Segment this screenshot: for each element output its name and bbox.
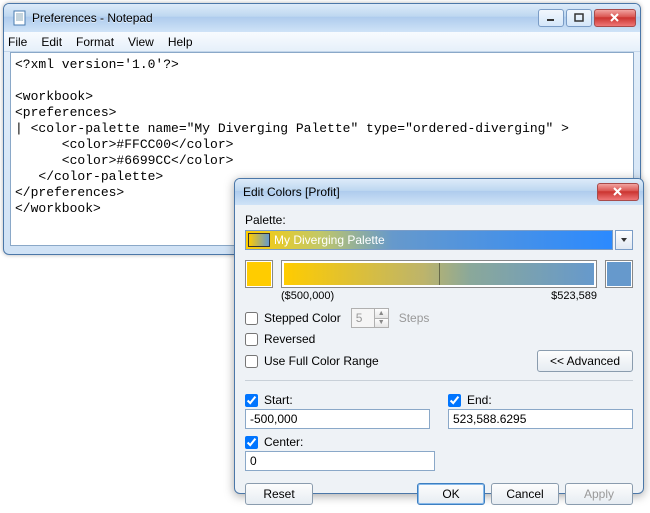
range-min-label: ($500,000) xyxy=(281,290,551,302)
full-range-label: Use Full Color Range xyxy=(264,354,379,368)
menu-help[interactable]: Help xyxy=(168,35,193,49)
notepad-title: Preferences - Notepad xyxy=(32,11,538,25)
start-input[interactable] xyxy=(245,409,430,429)
gradient-center-tick xyxy=(439,263,440,285)
range-max-label: $523,589 xyxy=(551,290,597,302)
menu-view[interactable]: View xyxy=(128,35,154,49)
palette-dropdown[interactable]: My Diverging Palette xyxy=(245,230,613,250)
center-label: Center: xyxy=(264,435,303,449)
notepad-app-icon xyxy=(12,10,28,26)
edit-colors-dialog: Edit Colors [Profit] Palette: My Divergi… xyxy=(234,178,644,494)
center-checkbox[interactable] xyxy=(245,436,258,449)
close-button[interactable] xyxy=(594,9,636,27)
end-input[interactable] xyxy=(448,409,633,429)
end-label: End: xyxy=(467,393,492,407)
menu-file[interactable]: File xyxy=(8,35,27,49)
start-color-swatch[interactable] xyxy=(245,260,273,288)
dropdown-arrow-icon[interactable] xyxy=(615,230,633,250)
steps-label: Steps xyxy=(399,311,430,325)
notepad-menubar: File Edit Format View Help xyxy=(4,32,640,52)
gradient-bar[interactable] xyxy=(281,260,597,288)
spin-down-icon[interactable]: ▼ xyxy=(374,319,388,328)
dialog-window-buttons xyxy=(597,183,639,201)
steps-value: 5 xyxy=(356,311,363,325)
start-checkbox[interactable] xyxy=(245,394,258,407)
dialog-body: Palette: My Diverging Palette ($500,000)… xyxy=(235,205,643,513)
dialog-close-button[interactable] xyxy=(597,183,639,201)
apply-button[interactable]: Apply xyxy=(565,483,633,505)
minimize-button[interactable] xyxy=(538,9,564,27)
spin-up-icon[interactable]: ▲ xyxy=(374,309,388,319)
palette-swatch-icon xyxy=(248,233,270,247)
reset-button[interactable]: Reset xyxy=(245,483,313,505)
cancel-button[interactable]: Cancel xyxy=(491,483,559,505)
dialog-title: Edit Colors [Profit] xyxy=(239,185,597,199)
maximize-button[interactable] xyxy=(566,9,592,27)
full-range-checkbox[interactable] xyxy=(245,355,258,368)
end-checkbox[interactable] xyxy=(448,394,461,407)
ok-button[interactable]: OK xyxy=(417,483,485,505)
advanced-button[interactable]: << Advanced xyxy=(537,350,633,372)
start-label: Start: xyxy=(264,393,293,407)
window-buttons xyxy=(538,9,636,27)
palette-label: Palette: xyxy=(245,213,633,227)
reversed-label: Reversed xyxy=(264,332,315,346)
menu-edit[interactable]: Edit xyxy=(41,35,62,49)
notepad-titlebar: Preferences - Notepad xyxy=(4,4,640,32)
reversed-checkbox[interactable] xyxy=(245,333,258,346)
steps-spinner: 5 ▲▼ xyxy=(351,308,389,328)
stepped-color-label: Stepped Color xyxy=(264,311,341,325)
end-color-swatch[interactable] xyxy=(605,260,633,288)
dialog-titlebar: Edit Colors [Profit] xyxy=(235,179,643,205)
stepped-color-checkbox[interactable] xyxy=(245,312,258,325)
center-input[interactable] xyxy=(245,451,435,471)
palette-name: My Diverging Palette xyxy=(274,233,385,247)
menu-format[interactable]: Format xyxy=(76,35,114,49)
